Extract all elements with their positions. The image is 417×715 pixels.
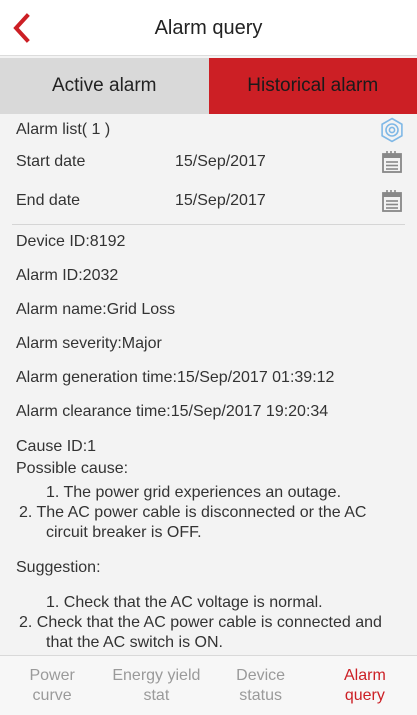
page-title: Alarm query xyxy=(154,17,263,39)
tab-active-alarm[interactable]: Active alarm xyxy=(0,58,209,114)
alarm-id: Alarm ID:2032 xyxy=(16,267,119,284)
possible-cause-item: 1. The power grid experiences an outage. xyxy=(46,484,342,501)
nav-energy-yield-stat[interactable]: Energy yield stat xyxy=(104,656,208,715)
possible-cause-item: 2. The AC power cable is disconnected or… xyxy=(19,504,367,541)
nav-device-status[interactable]: Device status xyxy=(209,656,313,715)
alarm-list-label: Alarm list( 1 ) xyxy=(16,121,111,138)
suggestion-item: 1. Check that the AC voltage is normal. xyxy=(46,594,323,611)
device-id: Device ID:8192 xyxy=(16,233,126,250)
alarm-severity: Alarm severity:Major xyxy=(16,335,162,352)
suggestion-list: 1. Check that the AC voltage is normal. … xyxy=(19,593,406,653)
tab-historical-alarm[interactable]: Historical alarm xyxy=(208,58,417,114)
start-date-row[interactable]: Start date 15/Sep/2017 xyxy=(0,148,417,176)
start-date-calendar-button[interactable] xyxy=(381,150,403,174)
nav-power-curve[interactable]: Power curve xyxy=(0,656,104,715)
suggestion-item: 2. Check that the AC power cable is conn… xyxy=(19,614,382,651)
back-button[interactable] xyxy=(6,10,38,46)
cause-id: Cause ID:1 xyxy=(16,438,97,455)
nav-alarm-query[interactable]: Alarm query xyxy=(313,656,417,715)
start-date-value: 15/Sep/2017 xyxy=(175,153,266,170)
possible-cause-list: 1. The power grid experiences an outage.… xyxy=(19,483,406,543)
end-date-label: End date xyxy=(16,192,81,209)
end-date-value: 15/Sep/2017 xyxy=(175,192,266,209)
alarm-clearance-time: Alarm clearance time:15/Sep/2017 19:20:3… xyxy=(16,403,329,420)
suggestion-label: Suggestion: xyxy=(16,559,101,576)
bottom-nav: Power curve Energy yield stat Device sta… xyxy=(0,655,417,715)
header-bar: Alarm query xyxy=(0,0,417,56)
alarm-query-page: Alarm query Active alarm Historical alar… xyxy=(0,0,417,715)
chevron-left-icon xyxy=(13,13,30,43)
end-date-row[interactable]: End date 15/Sep/2017 xyxy=(0,187,417,215)
end-date-calendar-button[interactable] xyxy=(381,189,403,213)
divider xyxy=(12,224,405,225)
calendar-icon xyxy=(382,190,402,212)
alarm-generation-time: Alarm generation time:15/Sep/2017 01:39:… xyxy=(16,369,335,386)
alarm-list-row: Alarm list( 1 ) xyxy=(0,117,417,143)
settings-button[interactable] xyxy=(379,117,405,143)
alarm-tabs: Active alarm Historical alarm xyxy=(0,58,417,114)
possible-cause-label: Possible cause: xyxy=(16,460,129,477)
start-date-label: Start date xyxy=(16,153,86,170)
alarm-name: Alarm name:Grid Loss xyxy=(16,301,176,318)
calendar-icon xyxy=(382,151,402,173)
gear-icon xyxy=(381,117,403,143)
